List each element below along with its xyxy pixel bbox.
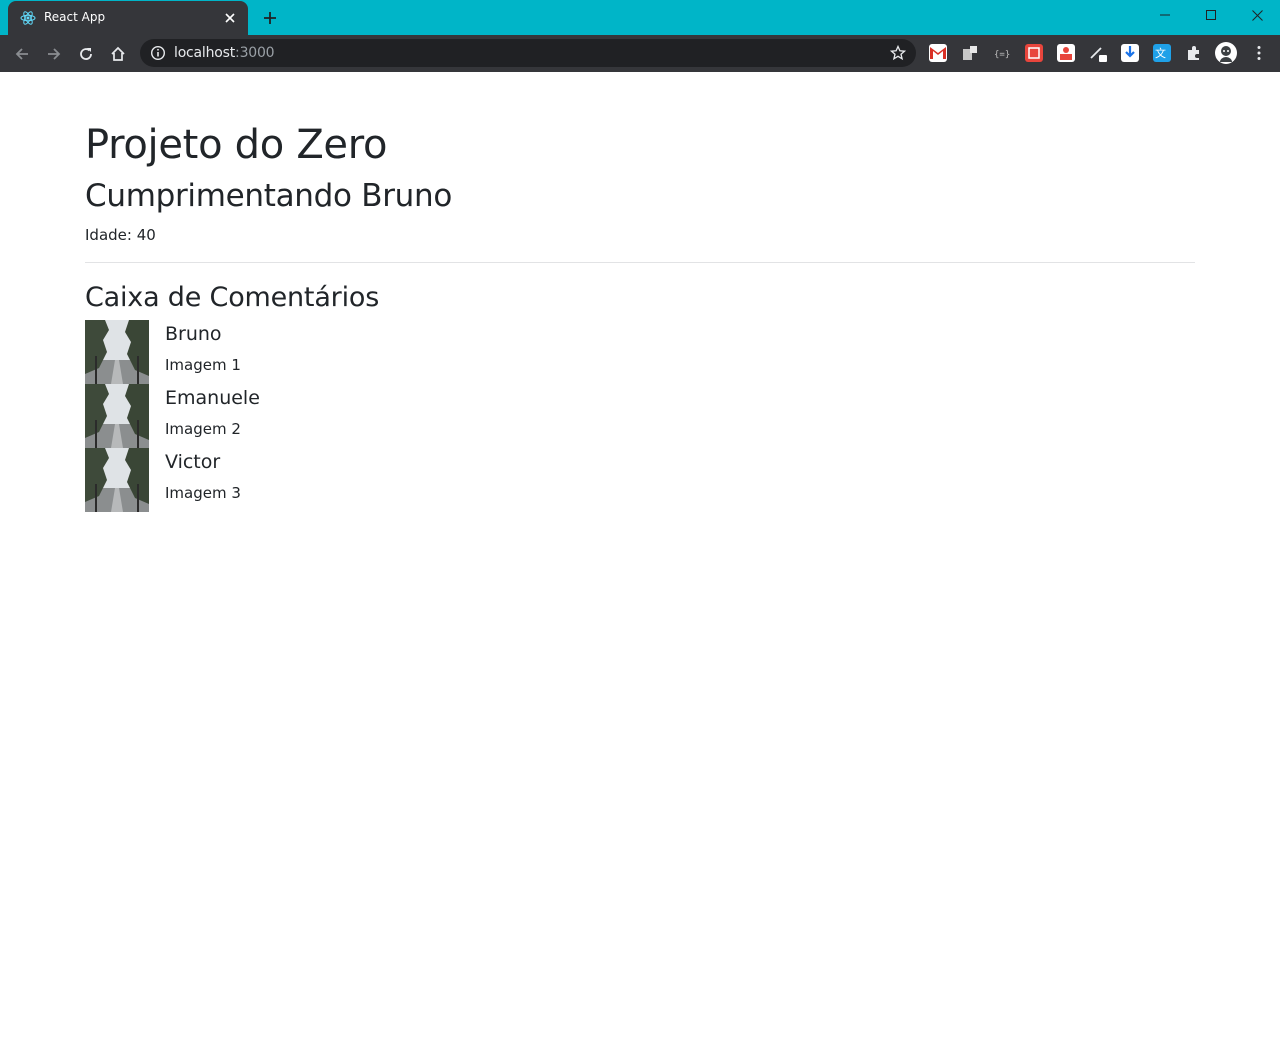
close-icon[interactable] [220, 8, 240, 28]
kebab-menu-icon[interactable] [1250, 44, 1268, 62]
download-extension-icon[interactable] [1121, 44, 1139, 62]
plus-icon[interactable] [258, 6, 282, 30]
comment-text: Imagem 2 [165, 420, 241, 438]
url-text[interactable]: localhost:3000 [174, 45, 275, 61]
json-extension-icon[interactable]: {=} [993, 44, 1011, 62]
browser-tab[interactable]: React App [8, 1, 248, 35]
divider [85, 262, 1195, 263]
comment-author: Bruno [165, 323, 222, 345]
pen-extension-icon[interactable] [1089, 44, 1107, 62]
extension-icon[interactable] [1025, 44, 1043, 62]
info-icon[interactable] [150, 45, 166, 61]
svg-text:{=}: {=} [994, 50, 1010, 60]
comment-image [85, 320, 149, 384]
comment-author: Emanuele [165, 387, 260, 409]
address-bar[interactable]: localhost:3000 [140, 39, 916, 67]
comment-text: Imagem 3 [165, 484, 241, 502]
comment-text: Imagem 1 [165, 356, 241, 374]
react-logo-icon [20, 10, 36, 26]
minimize-icon[interactable] [1142, 0, 1188, 30]
extension-icon[interactable] [961, 44, 979, 62]
browser-toolbar: localhost:3000 {=} 文 [0, 35, 1280, 72]
comment-image [85, 448, 149, 512]
greeting-heading: Cumprimentando Bruno [85, 178, 453, 214]
star-icon[interactable] [889, 44, 907, 61]
tab-title: React App [44, 10, 106, 24]
browser-tabstrip: React App [0, 0, 1280, 35]
gmail-extension-icon[interactable] [929, 44, 947, 62]
puzzle-icon[interactable] [1185, 44, 1203, 62]
comment-image [85, 384, 149, 448]
avatar[interactable] [1215, 42, 1237, 64]
maximize-icon[interactable] [1188, 0, 1234, 30]
home-icon[interactable] [105, 41, 131, 67]
age-label: Idade: 40 [85, 226, 156, 244]
translate-extension-icon[interactable]: 文 [1153, 44, 1171, 62]
svg-text:文: 文 [1155, 46, 1166, 60]
arrow-right-icon[interactable] [41, 41, 67, 67]
extension-icon[interactable] [1057, 44, 1075, 62]
comments-title: Caixa de Comentários [85, 282, 380, 313]
page-viewport: Projeto do Zero Cumprimentando Bruno Ida… [0, 72, 1280, 1050]
reload-icon[interactable] [73, 41, 99, 67]
comment-item: Emanuele Imagem 2 [85, 384, 685, 448]
comment-author: Victor [165, 451, 221, 473]
arrow-left-icon[interactable] [9, 41, 35, 67]
window-close-icon[interactable] [1234, 0, 1280, 30]
url-port: :3000 [235, 45, 275, 61]
comment-item: Bruno Imagem 1 [85, 320, 685, 384]
page-title: Projeto do Zero [85, 122, 388, 168]
comment-item: Victor Imagem 3 [85, 448, 685, 512]
url-host: localhost [174, 45, 236, 61]
